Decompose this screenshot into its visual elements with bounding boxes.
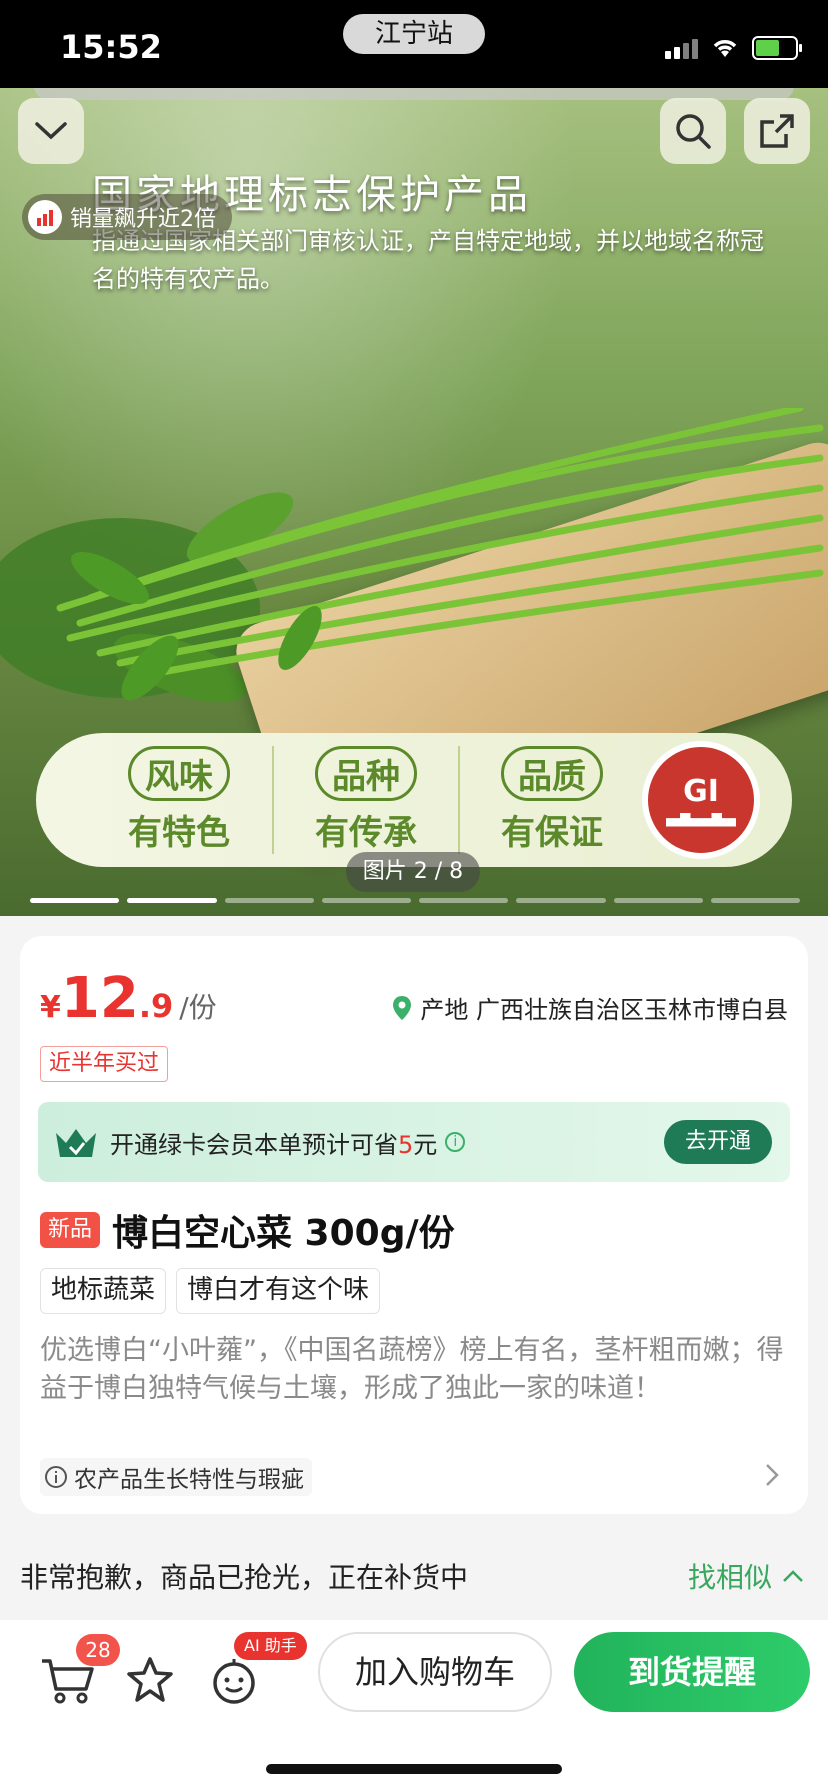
growth-info-link[interactable]: 农产品生长特性与瑕疵 bbox=[40, 1458, 312, 1496]
status-icons bbox=[665, 36, 802, 60]
collapse-button[interactable] bbox=[18, 98, 84, 164]
stems-illustration bbox=[56, 408, 824, 701]
feature-variety-top: 品种 bbox=[315, 746, 417, 801]
location-pill[interactable]: 江宁站 bbox=[343, 14, 485, 54]
product-description: 优选博白“小叶蕹”，《中国名蔬榜》榜上有名，茎杆粗而嫩；得益于博白独特气候与土壤… bbox=[40, 1335, 784, 1404]
membership-text-pre: 开通绿卡会员本单预计可省 bbox=[110, 1130, 398, 1159]
image-counter: 图片 2 / 8 bbox=[346, 852, 480, 892]
product-title: 博白空心菜 300g/份 bbox=[112, 1213, 455, 1254]
feature-flavor-top: 风味 bbox=[128, 746, 230, 801]
product-info-card: ¥ 12 .9 /份 产地 广西壮族自治区玉林市博白县 近半年买过 开通绿卡会员… bbox=[20, 936, 808, 1514]
feature-banner: 风味 有特色 品种 有传承 品质 有保证 GI bbox=[36, 733, 792, 867]
wifi-icon bbox=[713, 40, 737, 57]
membership-banner[interactable]: 开通绿卡会员本单预计可省5元 i 去开通 bbox=[38, 1102, 790, 1182]
favorite-button[interactable] bbox=[118, 1648, 182, 1712]
feature-quality-bottom: 有保证 bbox=[501, 813, 603, 853]
feature-flavor-bottom: 有特色 bbox=[128, 813, 230, 853]
price-decimal: .9 bbox=[138, 987, 174, 1025]
search-icon bbox=[676, 114, 711, 149]
chevron-up-icon bbox=[783, 1570, 803, 1582]
origin-info: 产地 广西壮族自治区玉林市博白县 bbox=[392, 990, 788, 1025]
price-unit: /份 bbox=[179, 991, 217, 1024]
sales-badge-text: 销量飙升近2倍 bbox=[70, 207, 216, 232]
carousel-dot[interactable] bbox=[30, 898, 120, 903]
ai-assistant-icon bbox=[213, 1659, 255, 1704]
battery-icon bbox=[752, 36, 802, 60]
home-indicator[interactable] bbox=[266, 1764, 562, 1774]
feature-flavor: 风味 有特色 bbox=[86, 746, 272, 854]
status-bar: 15:52 江宁站 bbox=[0, 0, 828, 88]
carousel-dot[interactable] bbox=[419, 898, 509, 903]
carousel-dot[interactable] bbox=[516, 898, 606, 903]
membership-save-amount: 5 bbox=[398, 1130, 414, 1159]
title-row: 新品 博白空心菜 300g/份 bbox=[40, 1204, 455, 1256]
crown-icon bbox=[56, 1129, 96, 1157]
carousel-dot[interactable] bbox=[224, 898, 314, 903]
gi-seal-text: GI bbox=[683, 773, 719, 809]
stock-notify-button[interactable]: 到货提醒 bbox=[574, 1632, 810, 1712]
product-tag: 地标蔬菜 bbox=[40, 1268, 167, 1314]
star-icon bbox=[127, 1657, 173, 1702]
membership-text-post: 元 bbox=[413, 1130, 438, 1159]
new-badge: 新品 bbox=[40, 1212, 101, 1248]
carousel-dot[interactable] bbox=[127, 898, 217, 903]
feature-quality-top: 品质 bbox=[501, 746, 603, 801]
search-button[interactable] bbox=[660, 98, 726, 164]
info-icon[interactable]: i bbox=[445, 1132, 466, 1152]
share-button[interactable] bbox=[744, 98, 810, 164]
cart-count-badge: 28 bbox=[76, 1634, 120, 1666]
price-integer: 12 bbox=[60, 966, 139, 1031]
trend-icon bbox=[28, 200, 62, 234]
chevron-right-icon[interactable] bbox=[764, 1462, 780, 1495]
product-tag: 博白才有这个味 bbox=[176, 1268, 381, 1314]
out-of-stock-message: 非常抱歉，商品已抢光，正在补货中 bbox=[20, 1561, 469, 1594]
carousel-indicators bbox=[30, 898, 800, 903]
ai-assistant-label: AI 助手 bbox=[234, 1632, 307, 1660]
product-image-carousel[interactable]: 国家地理标志保护产品 指通过国家相关部门审核认证，产自特定地域，并以地域名称冠名… bbox=[0, 88, 828, 916]
feature-quality: 品质 有保证 bbox=[458, 746, 644, 854]
product-tags: 地标蔬菜 博白才有这个味 bbox=[40, 1268, 381, 1314]
great-wall-icon bbox=[666, 812, 736, 827]
chevron-down-icon bbox=[35, 122, 67, 140]
signal-icon bbox=[665, 37, 698, 59]
membership-text: 开通绿卡会员本单预计可省5元 bbox=[110, 1125, 437, 1160]
share-icon bbox=[760, 114, 794, 148]
bottom-action-bar: 28 AI 助手 加入购物车 到货提醒 bbox=[0, 1620, 828, 1792]
feature-variety-bottom: 有传承 bbox=[315, 813, 417, 853]
carousel-dot[interactable] bbox=[613, 898, 703, 903]
bought-before-tag: 近半年买过 bbox=[40, 1046, 169, 1082]
price-currency: ¥ bbox=[40, 990, 61, 1025]
add-to-cart-button[interactable]: 加入购物车 bbox=[318, 1632, 552, 1712]
growth-info-text: 农产品生长特性与瑕疵 bbox=[74, 1467, 304, 1493]
status-time: 15:52 bbox=[60, 28, 162, 66]
origin-text: 产地 广西壮族自治区玉林市博白县 bbox=[420, 996, 788, 1024]
info-circle-icon bbox=[45, 1466, 67, 1488]
carousel-dot[interactable] bbox=[321, 898, 411, 903]
sales-badge: 销量飙升近2倍 bbox=[22, 194, 232, 240]
find-similar-label: 找相似 bbox=[687, 1561, 772, 1594]
location-pin-icon bbox=[393, 995, 412, 1020]
gi-seal-logo: GI bbox=[642, 741, 760, 859]
membership-open-button[interactable]: 去开通 bbox=[664, 1120, 772, 1164]
carousel-dot[interactable] bbox=[710, 898, 800, 903]
price: ¥ 12 .9 /份 bbox=[40, 966, 217, 1031]
out-of-stock-bar: 非常抱歉，商品已抢光，正在补货中 找相似 bbox=[0, 1530, 828, 1620]
feature-variety: 品种 有传承 bbox=[272, 746, 458, 854]
find-similar-button[interactable]: 找相似 bbox=[688, 1556, 804, 1596]
